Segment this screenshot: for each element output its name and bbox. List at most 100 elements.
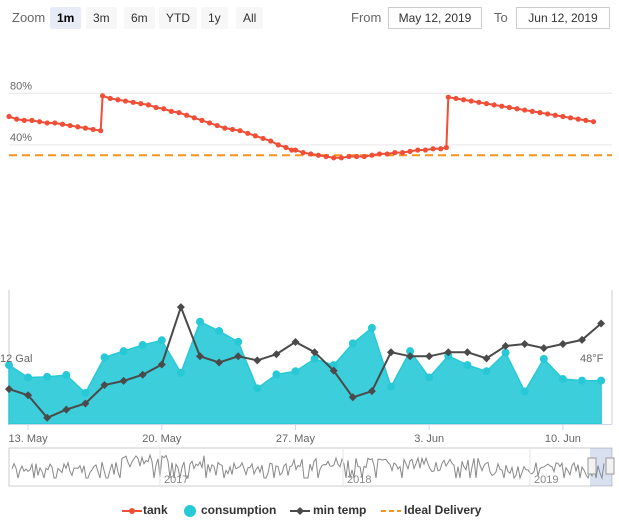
x-tick-label: 13. May [9,433,49,445]
tank-point [138,101,144,107]
legend-ideal-delivery[interactable]: Ideal Delivery [404,503,481,517]
left-axis-label: 12 Gal [0,353,32,365]
min-temp-point [253,356,262,365]
tank-point [176,110,182,116]
consumption-point [291,367,300,376]
tank-point [214,122,220,129]
tank-point [506,104,513,111]
tank-point [237,128,243,134]
consumption-point [597,376,606,385]
tank-point [14,116,20,122]
consumption-point [234,337,243,346]
y-tick-label: 80% [10,80,32,92]
tank-point [75,124,81,130]
tank-point [468,98,474,104]
tank-point [199,117,205,123]
tank-point [491,102,497,108]
tank-point [308,151,314,157]
x-tick-label: 10. Jun [545,433,581,445]
tank-point [107,95,113,102]
tank-point [115,97,121,103]
consumption-point [272,370,281,379]
tank-point [6,113,12,120]
stock-chart: 80% 40% 12 Gal 48°F 13. May 20. May 27. May 3… [0,80,615,487]
consumption-point [138,340,147,349]
tank-point [443,144,449,151]
navigator: 2017 2018 2019 [8,447,615,487]
consumption-point [520,387,529,396]
tank-line [8,94,594,159]
tank-point [252,133,258,139]
tank-point [399,150,406,156]
consumption-point [387,382,395,391]
tank-point [476,99,482,105]
tank-point [122,98,129,104]
tank-point [422,147,428,153]
tank-point [415,147,421,153]
tank-point [338,155,344,161]
legend-min-temp[interactable]: min temp [313,503,366,517]
consumption-point [24,373,33,382]
consumption-point [43,372,52,381]
tank-point [537,110,543,116]
tank-point [184,112,190,118]
legend-consumption-dot [184,505,196,517]
tank-point [499,103,505,109]
tank-point [98,128,104,134]
consumption-point [578,376,586,385]
consumption-point [119,347,128,356]
min-temp-point [558,340,567,348]
tank-point [453,95,459,102]
legend-consumption-marker [184,505,196,517]
tank-point [229,126,236,133]
tank-point [44,120,50,126]
consumption-area [8,320,602,425]
consumption-point [62,371,71,380]
tank-point [260,135,266,142]
consumption-point [463,361,472,370]
consumption-point [482,367,491,376]
tank-point [67,122,73,129]
tank-point [545,111,551,117]
tank-point [222,125,228,131]
consumption-point [157,336,166,345]
tank-point [438,146,444,152]
consumption-point [539,354,548,363]
tank-point [82,125,88,131]
tank-point [430,146,436,152]
tank-point [384,151,390,157]
tank-point [268,138,274,144]
legend-min-temp-diamond [296,507,304,515]
tank-point [283,144,289,151]
tank-point [346,153,352,160]
x-tick-label: 3. Jun [414,433,444,445]
legend-tank[interactable]: tank [143,503,168,517]
tank-point [323,153,329,160]
legend-ideal-marker [381,510,401,512]
navigator-year-label: 2017 [164,474,188,486]
navigator-year-label: 2018 [347,474,371,486]
y-tick-label: 40% [10,132,32,144]
tank-point [445,94,451,100]
tank-point [245,130,251,136]
tank-point [292,147,299,153]
consumption-point [425,373,434,382]
legend: tank consumption min temp Ideal Delivery [0,500,619,522]
tank-point [145,102,152,108]
tank-point [590,119,597,125]
tank-point [552,112,558,118]
tank-point [36,119,43,125]
x-tick-label: 27. May [276,433,316,445]
tank-point [21,117,27,123]
tank-point [392,150,398,156]
tank-point [275,142,281,148]
consumption-point [176,368,185,377]
navigator-handle-right [605,457,615,475]
tank-point [575,116,581,122]
tank-point [361,153,367,160]
tank-point [29,117,35,123]
tank-point [583,117,589,123]
legend-consumption[interactable]: consumption [201,503,276,517]
min-temp-point [463,348,472,357]
tank-point [52,120,58,126]
